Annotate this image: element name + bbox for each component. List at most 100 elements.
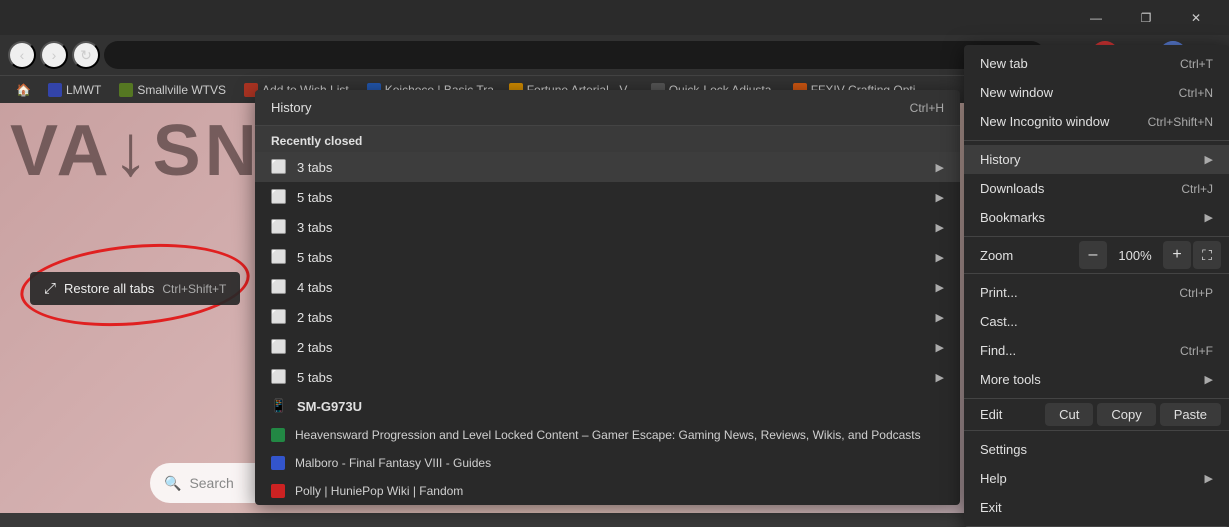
recently-closed-header: Recently closed [255,126,960,152]
help-label: Help [980,471,1199,486]
downloads-shortcut: Ctrl+J [1181,182,1213,196]
zoom-controls: – 100% + [1079,241,1191,269]
find-item[interactable]: Find... Ctrl+F [964,336,1229,365]
downloads-label: Downloads [980,181,1171,196]
new-tab-item[interactable]: New tab Ctrl+T [964,49,1229,78]
exit-item[interactable]: Exit [964,493,1229,522]
history-item-5tabs-3[interactable]: ⬜ 5 tabs ▶ [255,362,960,392]
history-item-2tabs-1[interactable]: ⬜ 2 tabs ▶ [255,302,960,332]
new-incognito-shortcut: Ctrl+Shift+N [1148,115,1213,129]
history-item-2tabs-2[interactable]: ⬜ 2 tabs ▶ [255,332,960,362]
reload-button[interactable]: ↻ [72,41,100,69]
back-button[interactable]: ‹ [8,41,36,69]
history-link-1[interactable]: Heavensward Progression and Level Locked… [255,421,960,449]
page-title: VA↓SN [10,110,261,192]
help-arrow-icon: ▶ [1205,472,1213,485]
zoom-value: 100% [1111,248,1159,263]
restore-all-tabs-button[interactable]: ⤢ Restore all tabs Ctrl+Shift+T [30,272,240,305]
link-favicon-3 [271,484,285,498]
history-downloads-section: History ▶ Downloads Ctrl+J Bookmarks ▶ [964,141,1229,237]
bookmarks-arrow-icon: ▶ [1205,211,1213,224]
history-shortcut: Ctrl+H [910,101,944,115]
find-shortcut: Ctrl+F [1180,344,1213,358]
new-window-label: New window [980,85,1169,100]
settings-item[interactable]: Settings [964,435,1229,464]
copy-button[interactable]: Copy [1097,403,1155,426]
history-link-3[interactable]: Polly | HuniePop Wiki | Fandom [255,477,960,505]
cast-item[interactable]: Cast... [964,307,1229,336]
tab-count-label: 4 tabs [297,280,926,295]
address-bar[interactable] [104,41,1045,69]
more-tools-item[interactable]: More tools ▶ [964,365,1229,394]
print-shortcut: Ctrl+P [1179,286,1213,300]
minimize-button[interactable]: — [1073,3,1119,33]
paste-button[interactable]: Paste [1160,403,1221,426]
forward-button[interactable]: › [40,41,68,69]
arrow-icon: ▶ [936,221,944,234]
arrow-icon: ▶ [936,191,944,204]
restore-label: Restore all tabs [64,281,154,296]
print-item[interactable]: Print... Ctrl+P [964,278,1229,307]
history-link-2[interactable]: Malboro - Final Fantasy VIII - Guides [255,449,960,477]
device-name: SM-G973U [297,399,944,414]
history-title: History [271,100,311,115]
new-window-shortcut: Ctrl+N [1179,86,1213,100]
new-tabs-section: New tab Ctrl+T New window Ctrl+N New Inc… [964,45,1229,141]
bookmark-label: Smallville WTVS [137,83,226,97]
tab-count-label: 5 tabs [297,370,926,385]
help-item[interactable]: Help ▶ [964,464,1229,493]
cut-button[interactable]: Cut [1045,403,1093,426]
more-tools-arrow-icon: ▶ [1205,373,1213,386]
history-menu: History Ctrl+H Recently closed ⬜ 3 tabs … [255,90,960,505]
chrome-menu: New tab Ctrl+T New window Ctrl+N New Inc… [964,45,1229,527]
edit-label: Edit [972,407,1041,422]
tab-count-label: 2 tabs [297,310,926,325]
tab-count-label: 2 tabs [297,340,926,355]
find-label: Find... [980,343,1170,358]
history-item-3tabs-1[interactable]: ⬜ 3 tabs ▶ [255,152,960,182]
tabs-icon: ⬜ [271,159,287,175]
arrow-icon: ▶ [936,251,944,264]
maximize-button[interactable]: ❐ [1123,3,1169,33]
search-icon: 🔍 [164,475,181,492]
bookmark-home[interactable]: 🏠 [8,81,38,99]
cast-label: Cast... [980,314,1213,329]
tabs-icon: ⬜ [271,369,287,385]
bookmark-favicon: 🏠 [16,83,30,97]
history-link-text-3: Polly | HuniePop Wiki | Fandom [295,484,944,498]
bookmark-smallville[interactable]: Smallville WTVS [111,81,234,99]
history-menu-item[interactable]: History ▶ [964,145,1229,174]
device-icon: 📱 [271,398,287,414]
link-favicon-1 [271,428,285,442]
history-item-5tabs-2[interactable]: ⬜ 5 tabs ▶ [255,242,960,272]
bookmark-label: LMWT [66,83,101,97]
tab-count-label: 5 tabs [297,190,926,205]
tabs-icon: ⬜ [271,309,287,325]
new-window-item[interactable]: New window Ctrl+N [964,78,1229,107]
new-incognito-item[interactable]: New Incognito window Ctrl+Shift+N [964,107,1229,136]
history-link-text-2: Malboro - Final Fantasy VIII - Guides [295,456,944,470]
history-item-4tabs[interactable]: ⬜ 4 tabs ▶ [255,272,960,302]
close-button[interactable]: ✕ [1173,3,1219,33]
bookmark-lmwt[interactable]: LMWT [40,81,109,99]
bookmarks-item[interactable]: Bookmarks ▶ [964,203,1229,232]
tabs-icon: ⬜ [271,249,287,265]
tabs-icon: ⬜ [271,339,287,355]
arrow-icon: ▶ [936,371,944,384]
tab-count-label: 5 tabs [297,250,926,265]
fullscreen-button[interactable]: ⛶ [1193,241,1221,269]
device-section: 📱 SM-G973U [255,392,960,421]
new-tab-label: New tab [980,56,1170,71]
history-item-3tabs-2[interactable]: ⬜ 3 tabs ▶ [255,212,960,242]
history-item-5tabs-1[interactable]: ⬜ 5 tabs ▶ [255,182,960,212]
tab-count-label: 3 tabs [297,160,926,175]
zoom-plus-button[interactable]: + [1163,241,1191,269]
zoom-minus-button[interactable]: – [1079,241,1107,269]
history-label: History [980,152,1199,167]
settings-label: Settings [980,442,1213,457]
downloads-item[interactable]: Downloads Ctrl+J [964,174,1229,203]
arrow-icon: ▶ [936,161,944,174]
title-bar: — ❐ ✕ [0,0,1229,35]
tab-count-label: 3 tabs [297,220,926,235]
tabs-icon: ⬜ [271,189,287,205]
